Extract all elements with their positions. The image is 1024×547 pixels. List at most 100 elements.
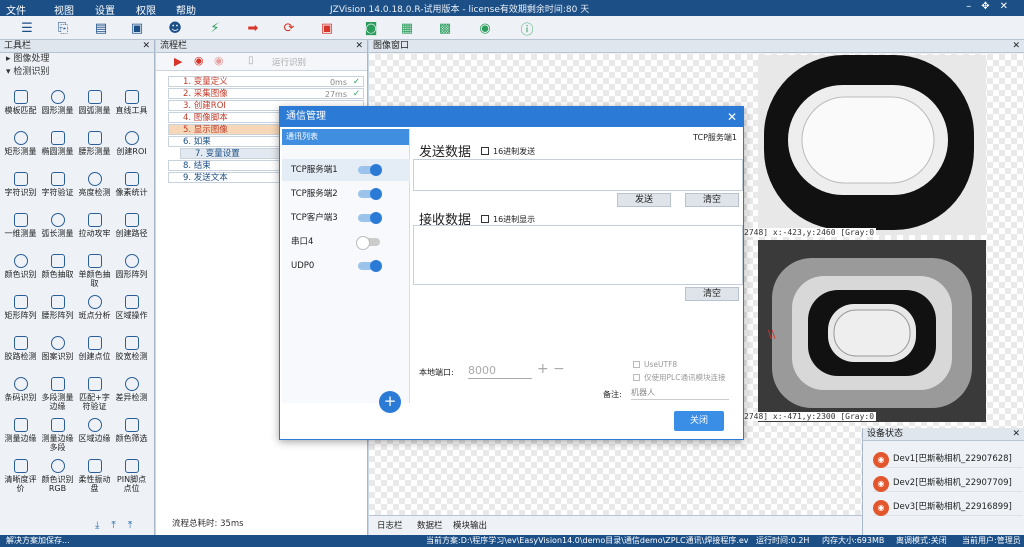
arrow-right-icon[interactable]: ➡ (244, 19, 262, 37)
add-connection-button[interactable]: + (379, 391, 401, 413)
tool-item[interactable]: 像素统计 (113, 170, 150, 208)
flow-step[interactable]: 1. 变量定义 0ms ✓ (168, 76, 364, 87)
tool-item[interactable]: 字符识别 (2, 170, 39, 208)
tool-item[interactable]: 多段测量边缘 (39, 375, 76, 413)
dialog-close-button[interactable]: 关闭 (674, 411, 724, 431)
local-port-input[interactable]: 8000 (468, 363, 532, 379)
var-icon[interactable]: ▩ (436, 19, 454, 37)
camera-image-1[interactable] (758, 55, 986, 235)
hex-send-checkbox[interactable]: 16进制发送 (481, 146, 535, 157)
section-image-processing[interactable]: ▸ 图像处理 (0, 53, 154, 66)
tool-item[interactable]: 亮度检测 (76, 170, 113, 208)
tool-item[interactable]: 单颜色抽取 (76, 252, 113, 290)
camera-image-2[interactable]: \\ (758, 240, 986, 422)
ui-icon[interactable]: ◉ (476, 19, 494, 37)
connection-toggle[interactable] (358, 164, 382, 176)
send-button[interactable]: 发送 (617, 193, 671, 207)
plc-only-checkbox[interactable]: 仅使用PLC通讯模块连接 (633, 372, 725, 383)
tool-item[interactable]: 矩形测量 (2, 129, 39, 167)
panel-icon[interactable]: ▯ (248, 55, 254, 66)
window-controls[interactable]: –✥✕ (966, 1, 1018, 12)
play-icon[interactable]: ▶ (174, 55, 182, 68)
tool-item[interactable]: 胶路检测 (2, 334, 39, 372)
open-folder-icon[interactable]: ▤ (92, 19, 110, 37)
run-loop-icon[interactable]: ◉ (194, 54, 204, 67)
device-item[interactable]: ◉ Dev3[巴斯勒相机_22916899] (873, 498, 1023, 516)
tool-item[interactable]: 测量边缘 (2, 416, 39, 454)
menu-help[interactable]: 帮助 (176, 2, 196, 17)
tab-module-output[interactable]: 模块输出 (453, 519, 487, 531)
tool-item[interactable]: 弧长测量 (39, 211, 76, 249)
comm-connection-item[interactable]: TCP客户端3 (282, 207, 410, 229)
list-icon[interactable]: ☰ (18, 19, 36, 37)
menu-file[interactable]: 文件 (6, 2, 26, 17)
connection-toggle[interactable] (358, 212, 382, 224)
tool-item[interactable]: 图案识别 (39, 334, 76, 372)
close-icon[interactable]: ✕ (355, 40, 363, 53)
tool-item[interactable]: 创建路径 (113, 211, 150, 249)
info-icon[interactable]: ⓘ (518, 19, 536, 38)
run-icon[interactable]: ⚡ (206, 19, 224, 37)
connection-toggle[interactable] (358, 188, 382, 200)
tool-item[interactable]: 清晰度评价 (2, 457, 39, 495)
comm-connection-item[interactable]: TCP服务端2 (282, 183, 410, 205)
tool-item[interactable]: 条码识别 (2, 375, 39, 413)
comm-connection-item[interactable]: TCP服务端1 (282, 159, 410, 181)
tool-item[interactable]: 圆形阵列 (113, 252, 150, 290)
tool-item[interactable]: 字符验证 (39, 170, 76, 208)
tool-item[interactable]: 颜色抽取 (39, 252, 76, 290)
section-detection[interactable]: ▾ 检测识别 (0, 66, 154, 79)
tool-item[interactable]: 直线工具 (113, 88, 150, 126)
tool-item[interactable]: 拉动攻牢 (76, 211, 113, 249)
refresh-icon[interactable]: ⟳ (280, 19, 298, 37)
device-item[interactable]: ◉ Dev2[巴斯勒相机_22907709] (873, 474, 1023, 492)
clear-receive-button[interactable]: 清空 (685, 287, 739, 301)
tool-item[interactable]: 矩形阵列 (2, 293, 39, 331)
tool-item[interactable]: 匹配+字符验证 (76, 375, 113, 413)
stop-icon[interactable]: ▣ (318, 19, 336, 37)
tool-item[interactable]: 区域操作 (113, 293, 150, 331)
port-increment-button[interactable]: + (537, 361, 549, 377)
comm-connection-item[interactable]: 串口4 (282, 231, 410, 253)
tool-item[interactable]: 创建ROI (113, 129, 150, 167)
tool-item[interactable]: 腰形阵列 (39, 293, 76, 331)
device-item[interactable]: ◉ Dev1[巴斯勒相机_22907628] (873, 450, 1023, 468)
tool-item[interactable]: 创建点位 (76, 334, 113, 372)
port-decrement-button[interactable]: − (553, 361, 565, 377)
clear-send-button[interactable]: 清空 (685, 193, 739, 207)
tool-item[interactable]: 椭圆测量 (39, 129, 76, 167)
connection-toggle[interactable] (356, 236, 380, 250)
close-icon[interactable]: ✕ (142, 40, 150, 53)
comm-connection-item[interactable]: UDP0 (282, 255, 410, 277)
user-settings-icon[interactable]: ☻ (166, 19, 184, 37)
tool-item[interactable]: 测量边缘多段 (39, 416, 76, 454)
menu-view[interactable]: 视图 (54, 2, 74, 17)
tool-item[interactable]: 颜色筛选 (113, 416, 150, 454)
tool-item[interactable]: 胶宽检测 (113, 334, 150, 372)
tool-item[interactable]: PIN脚点点位 (113, 457, 150, 495)
toolbox-nav-arrows[interactable]: ⤓⤒⤒ (95, 520, 144, 531)
tool-item[interactable]: 模板匹配 (2, 88, 39, 126)
tool-item[interactable]: 颜色识别 (2, 252, 39, 290)
receive-data-textarea[interactable] (413, 225, 743, 285)
tool-item[interactable]: 腰形测量 (76, 129, 113, 167)
close-icon[interactable]: ✕ (1012, 40, 1020, 53)
tab-data[interactable]: 数据栏 (417, 519, 443, 531)
tool-item[interactable]: 颜色识别RGB (39, 457, 76, 495)
remark-input[interactable]: 机器人 (631, 387, 729, 400)
save-icon[interactable]: ▣ (128, 19, 146, 37)
close-icon[interactable]: ✕ (1012, 428, 1020, 441)
use-utf8-checkbox[interactable]: UseUTF8 (633, 360, 677, 369)
connection-toggle[interactable] (358, 260, 382, 272)
tool-item[interactable]: 斑点分析 (76, 293, 113, 331)
menu-settings[interactable]: 设置 (95, 2, 115, 17)
menu-permission[interactable]: 权限 (136, 2, 156, 17)
close-icon[interactable]: ✕ (727, 107, 737, 127)
run-once-button[interactable]: 运行识别 (272, 56, 306, 68)
tool-item[interactable]: 圆形测量 (39, 88, 76, 126)
tool-item[interactable]: 柔性振动盘 (76, 457, 113, 495)
flow-step[interactable]: 2. 采集图像 27ms ✓ (168, 88, 364, 99)
tool-item[interactable]: 一维测量 (2, 211, 39, 249)
send-data-textarea[interactable] (413, 159, 743, 191)
tool-item[interactable]: 区域边缘 (76, 416, 113, 454)
